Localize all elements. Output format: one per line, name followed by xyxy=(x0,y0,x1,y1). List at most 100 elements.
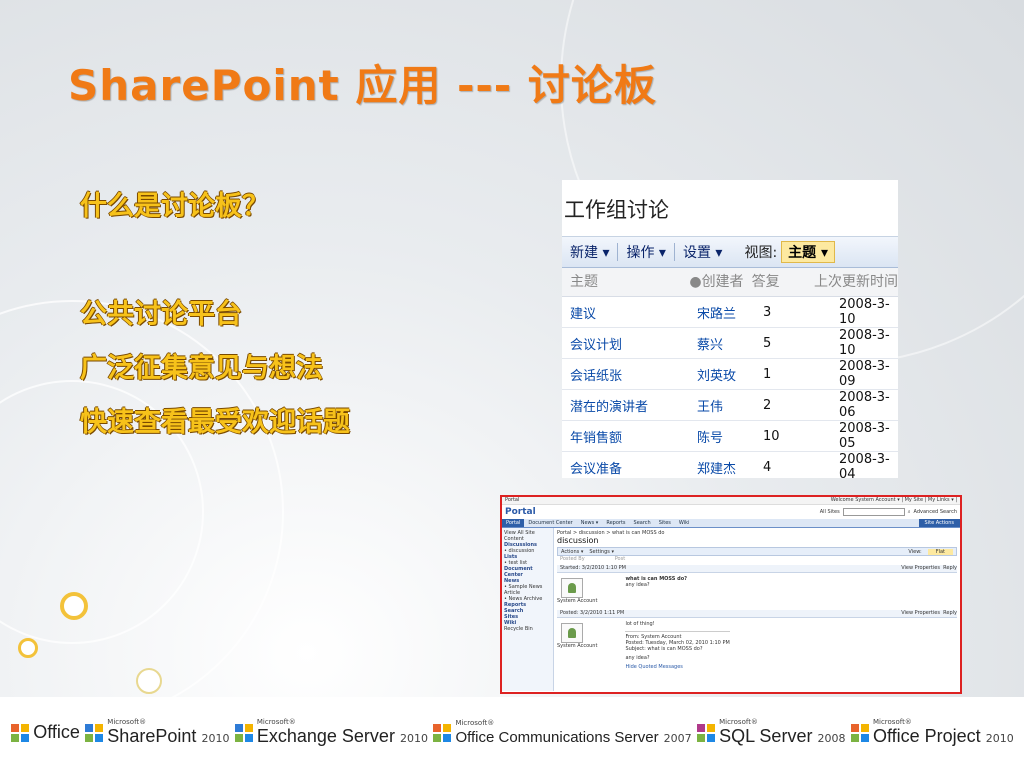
portal-tab[interactable]: Portal xyxy=(502,519,525,527)
quote-subject: Subject: what is can MOSS do? xyxy=(625,646,703,652)
product-logo: Office xyxy=(10,722,80,743)
view-select[interactable]: Flat xyxy=(927,548,953,555)
topic-link[interactable]: 年销售额 xyxy=(562,420,697,452)
discussion-table: 建议 宋路兰 3 2008-3-10 会议计划 蔡兴 5 2008-3-10 会话纸张 刘英玫 1 2… xyxy=(562,297,898,478)
search-input[interactable] xyxy=(842,508,905,516)
portal-tabs: Portal Document Center News ▾ Reports Search… xyxy=(502,519,960,528)
bullet-item: 快速查看最受欢迎话题 xyxy=(80,407,350,438)
topic-link[interactable]: 会议准备 xyxy=(562,451,697,478)
table-row: 年销售额 陈号 10 2008-3-05 xyxy=(562,420,898,452)
bullet-list: 什么是讨论板？ 公共讨论平台 广泛征集意见与想法 快速查看最受欢迎话题 xyxy=(80,180,350,450)
column-header-row: 主题 ●创建者 答复 上次更新时间 xyxy=(562,268,898,297)
welcome-menu[interactable]: Welcome System Account ▾ | My Site | My … xyxy=(831,497,957,504)
portal-screenshot: Portal Welcome System Account ▾ | My Sit… xyxy=(500,495,962,694)
product-logo: Microsoft® Office Project 2010 xyxy=(850,718,1014,747)
portal-tab[interactable]: Document Center xyxy=(524,519,576,527)
product-logo-icon xyxy=(432,723,452,743)
quick-launch-item[interactable]: Recycle Bin xyxy=(504,626,551,632)
search-scope[interactable]: All Sites xyxy=(820,509,840,515)
view-select[interactable]: 主题 ▾ xyxy=(781,241,836,263)
page-title: discussion xyxy=(557,536,599,545)
post: System Account lot of thing! From: Syste… xyxy=(557,618,957,673)
bullet-item: 广泛征集意见与想法 xyxy=(80,353,323,384)
settings-menu[interactable]: Settings ▾ xyxy=(589,549,614,555)
reply-count: 4 xyxy=(759,451,823,478)
portal-tab[interactable]: Reports xyxy=(602,519,629,527)
creator-link[interactable]: 蔡兴 xyxy=(697,327,759,359)
updated-date: 2008-3-09 xyxy=(823,358,898,390)
column-header[interactable]: ●创建者 xyxy=(689,268,747,296)
settings-menu[interactable]: 设置 ▾ xyxy=(675,242,730,262)
table-row: 潜在的演讲者 王伟 2 2008-3-06 xyxy=(562,389,898,421)
portal-topbar: Portal Welcome System Account ▾ | My Sit… xyxy=(502,497,960,505)
creator-link[interactable]: 陈号 xyxy=(697,420,759,452)
reply-button[interactable]: Reply xyxy=(943,610,957,616)
portal-tab[interactable]: Sites xyxy=(655,519,675,527)
quick-launch: View All Site Content Discussions • discus… xyxy=(502,528,554,691)
portal-tab[interactable]: Wiki xyxy=(675,519,694,527)
reply-count: 3 xyxy=(759,297,823,328)
new-button[interactable]: 新建 ▾ xyxy=(562,242,617,262)
post-author[interactable]: System Account xyxy=(557,598,597,604)
post: System Account what is can MOSS do? any … xyxy=(557,573,957,607)
quick-launch-item[interactable]: • Sample News Article xyxy=(504,584,551,596)
creator-link[interactable]: 宋路兰 xyxy=(697,297,759,328)
portal-header: Portal All Sites ⌕ Advanced Search xyxy=(502,505,960,519)
bullet-item: 公共讨论平台 xyxy=(80,299,242,330)
creator-link[interactable]: 刘英玫 xyxy=(697,358,759,390)
quick-launch-item[interactable]: View All Site Content xyxy=(504,530,551,542)
product-logo: Microsoft® SQL Server 2008 xyxy=(696,718,846,747)
actions-menu[interactable]: Actions ▾ xyxy=(561,549,583,555)
view-properties-link[interactable]: View Properties xyxy=(901,565,940,571)
updated-date: 2008-3-06 xyxy=(823,389,898,421)
topic-link[interactable]: 建议 xyxy=(562,297,697,328)
reply-button[interactable]: Reply xyxy=(943,565,957,571)
table-row: 会话纸张 刘英玫 1 2008-3-09 xyxy=(562,358,898,390)
slide-title: SharePoint 应用 --- 讨论板 xyxy=(68,61,657,110)
post-header: Post xyxy=(614,556,626,562)
advanced-search-link[interactable]: Advanced Search xyxy=(914,509,957,515)
product-logo: Microsoft® Office Communications Server 2… xyxy=(432,719,692,746)
column-header[interactable]: 答复 xyxy=(748,268,808,296)
view-label: 视图: xyxy=(744,245,778,261)
view-properties-link[interactable]: View Properties xyxy=(901,610,940,616)
quote-body: any idea? xyxy=(625,655,650,661)
reply-count: 5 xyxy=(759,327,823,359)
reply-count: 1 xyxy=(759,358,823,390)
quick-launch-item[interactable]: Document Center xyxy=(504,566,551,578)
topbar-site[interactable]: Portal xyxy=(505,497,519,504)
actions-menu[interactable]: 操作 ▾ xyxy=(618,242,673,262)
avatar xyxy=(561,578,583,598)
updated-date: 2008-3-05 xyxy=(823,420,898,452)
creator-link[interactable]: 郑建杰 xyxy=(697,451,759,478)
product-logo: Microsoft® Exchange Server 2010 xyxy=(234,718,428,747)
product-logo-icon xyxy=(850,723,870,743)
search-icon[interactable]: ⌕ xyxy=(908,509,911,515)
reply-count: 10 xyxy=(759,420,823,452)
updated-date: 2008-3-10 xyxy=(823,297,898,328)
product-logo-icon xyxy=(10,723,30,743)
hide-quoted-link[interactable]: Hide Quoted Messages xyxy=(625,664,729,670)
product-logo-icon xyxy=(696,723,716,743)
column-header[interactable]: 主题 xyxy=(562,268,689,296)
portal-main: Portal > discussion > what is can MOSS d… xyxy=(554,528,960,691)
topic-link[interactable]: 潜在的演讲者 xyxy=(562,389,697,421)
posted-by-header: Posted By xyxy=(560,556,585,562)
topic-link[interactable]: 会议计划 xyxy=(562,327,697,359)
site-actions-button[interactable]: Site Actions xyxy=(918,519,960,527)
portal-tab[interactable]: News ▾ xyxy=(577,519,603,527)
topic-link[interactable]: 会话纸张 xyxy=(562,358,697,390)
list-toolbar: Actions ▾ Settings ▾ View: Flat xyxy=(557,547,957,556)
post-body: any idea? xyxy=(625,582,650,588)
board-toolbar: 新建 ▾ 操作 ▾ 设置 ▾ 视图: 主题 ▾ xyxy=(562,237,898,268)
portal-logo[interactable]: Portal xyxy=(505,507,536,517)
post-header-row: Started: 3/2/2010 1:10 PM View Propertie… xyxy=(557,565,957,573)
post-author[interactable]: System Account xyxy=(557,643,597,649)
portal-tab[interactable]: Search xyxy=(630,519,655,527)
person-icon: ● xyxy=(689,274,702,290)
column-header[interactable]: 上次更新时间 xyxy=(808,268,898,296)
board-title: 工作组讨论 xyxy=(562,180,898,237)
product-logo-strip: Office Microsoft® SharePoint 2010 Microsof… xyxy=(0,697,1024,768)
table-row: 会议计划 蔡兴 5 2008-3-10 xyxy=(562,327,898,359)
creator-link[interactable]: 王伟 xyxy=(697,389,759,421)
